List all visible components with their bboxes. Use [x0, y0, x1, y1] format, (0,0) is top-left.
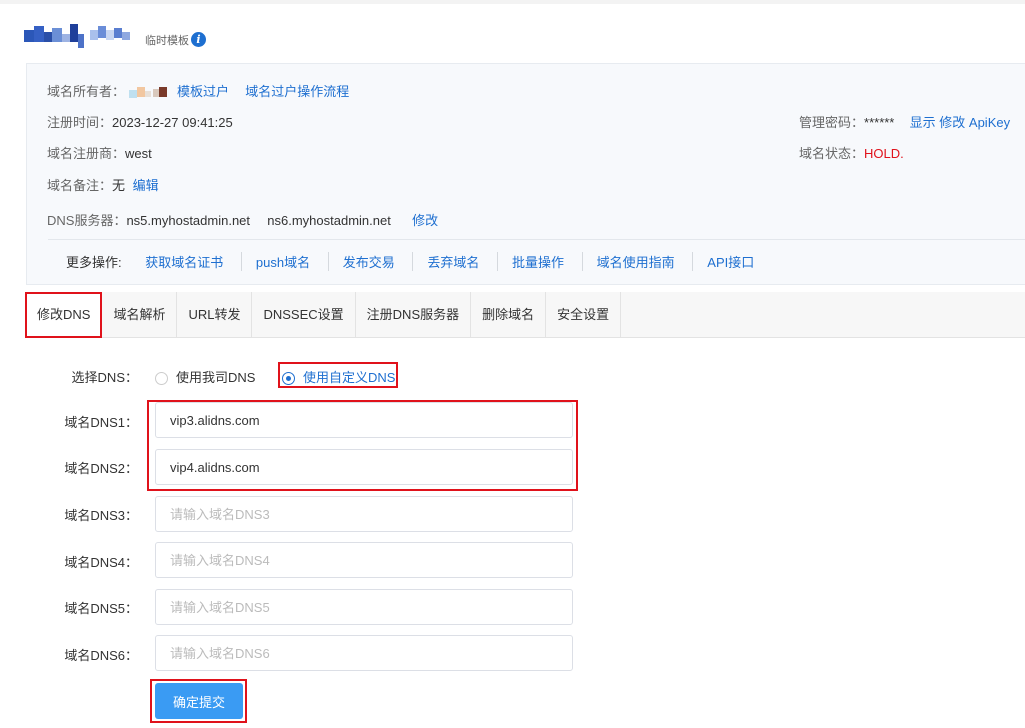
dns4-label: 域名DNS4：: [64, 555, 138, 570]
radio-our-dns-label: 使用我司DNS: [176, 370, 256, 385]
apikey-link[interactable]: ApiKey: [969, 115, 1010, 130]
dns-server-1: ns5.myhostadmin.net: [126, 213, 251, 228]
submit-button[interactable]: 确定提交: [155, 683, 243, 719]
tab-bar: 修改DNS 域名解析 URL转发 DNSSEC设置 注册DNS服务器 删除域名 …: [26, 292, 1025, 338]
password-edit-link[interactable]: 修改: [939, 115, 965, 130]
push-domain-link[interactable]: push域名: [240, 252, 324, 271]
owner-row: 域名所有者： 模板过户 域名过户操作流程: [47, 81, 349, 100]
dns-edit-link[interactable]: 修改: [412, 213, 438, 228]
remark-label: 域名备注：: [47, 178, 113, 193]
tab-security[interactable]: 安全设置: [546, 292, 622, 337]
radio-custom-dns[interactable]: 使用自定义DNS: [282, 367, 395, 386]
status-value: HOLD.: [864, 146, 904, 161]
dns6-input[interactable]: [155, 635, 573, 671]
remark-row: 域名备注：无 编辑: [47, 175, 159, 194]
temporary-template-tag: 临时模板: [145, 35, 189, 47]
tab-url-forward[interactable]: URL转发: [177, 292, 253, 337]
registrar-value: west: [125, 146, 152, 161]
batch-operation-link[interactable]: 批量操作: [497, 252, 578, 271]
dns3-label: 域名DNS3：: [64, 508, 138, 523]
password-value: ******: [864, 115, 895, 130]
radio-custom-dns-circle[interactable]: [282, 372, 295, 386]
tab-register-dns-server[interactable]: 注册DNS服务器: [356, 292, 472, 337]
dns4-input[interactable]: [155, 542, 573, 578]
more-divider: [48, 239, 1025, 240]
api-link[interactable]: API接口: [692, 252, 768, 271]
dns-server-2: ns6.myhostadmin.net: [267, 213, 391, 228]
get-certificate-link[interactable]: 获取域名证书: [131, 252, 237, 271]
dns5-input[interactable]: [155, 589, 573, 625]
owner-label: 域名所有者：: [47, 84, 126, 99]
tab-delete-domain[interactable]: 删除域名: [471, 292, 547, 337]
remark-edit-link[interactable]: 编辑: [133, 178, 159, 193]
dns2-input[interactable]: [155, 449, 573, 485]
radio-custom-dns-label: 使用自定义DNS: [303, 370, 396, 385]
domain-info-panel: 域名所有者： 模板过户 域名过户操作流程 注册时间：2023-12-27 09:…: [26, 63, 1025, 285]
reg-time-value: 2023-12-27 09:41:25: [112, 115, 233, 130]
publish-trade-link[interactable]: 发布交易: [327, 252, 409, 271]
tab-dnssec[interactable]: DNSSEC设置: [252, 292, 356, 337]
radio-our-dns-circle[interactable]: [155, 372, 168, 386]
template-transfer-link[interactable]: 模板过户: [177, 84, 229, 99]
dns2-label: 域名DNS2：: [64, 461, 138, 476]
discard-domain-link[interactable]: 丢弃域名: [412, 252, 493, 271]
password-label: 管理密码：: [799, 115, 865, 130]
dns3-input[interactable]: [155, 496, 573, 532]
dns-server-row: DNS服务器：ns5.myhostadmin.net ns6.myhostadm…: [47, 210, 438, 229]
info-icon[interactable]: i: [191, 32, 206, 47]
top-strip: [0, 0, 1025, 4]
reg-time-label: 注册时间：: [47, 115, 113, 130]
dns1-label: 域名DNS1：: [64, 415, 138, 430]
dns5-label: 域名DNS5：: [64, 601, 138, 616]
more-actions-label: 更多操作:: [66, 255, 122, 270]
password-show-link[interactable]: 显示: [910, 115, 936, 130]
domain-guide-link[interactable]: 域名使用指南: [581, 252, 689, 271]
reg-time-row: 注册时间：2023-12-27 09:41:25: [47, 112, 233, 131]
dns1-input[interactable]: [155, 402, 573, 438]
status-label: 域名状态：: [799, 146, 865, 161]
radio-our-dns[interactable]: 使用我司DNS: [155, 367, 255, 386]
select-dns-label: 选择DNS：: [71, 370, 138, 385]
registrar-label: 域名注册商：: [47, 146, 126, 161]
tab-dns-resolve[interactable]: 域名解析: [102, 292, 178, 337]
dns6-label: 域名DNS6：: [64, 648, 138, 663]
remark-value: 无: [112, 178, 126, 193]
more-actions: 更多操作: 获取域名证书 push域名 发布交易 丢弃域名 批量操作 域名使用指…: [66, 252, 768, 271]
transfer-flow-link[interactable]: 域名过户操作流程: [245, 84, 349, 99]
status-row: 域名状态：HOLD.: [799, 143, 904, 162]
tab-modify-dns[interactable]: 修改DNS: [26, 292, 103, 337]
dns-server-label: DNS服务器：: [47, 213, 127, 228]
password-row: 管理密码：****** 显示 修改 ApiKey: [799, 112, 1010, 131]
owner-name-obscured: [129, 86, 171, 99]
registrar-row: 域名注册商：west: [47, 143, 152, 162]
